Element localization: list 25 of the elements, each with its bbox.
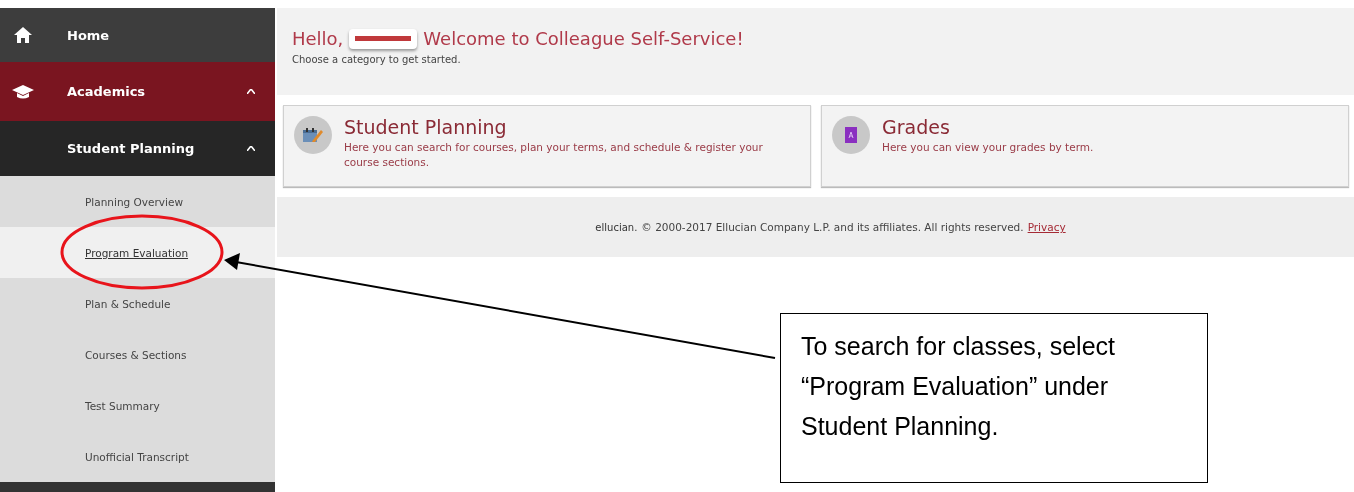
report-card-icon: [845, 127, 857, 143]
subtitle-text: Choose a category to get started.: [292, 54, 462, 65]
nav-item[interactable]: Program Evaluation: [0, 227, 275, 278]
copyright-text: © 2000-2017 Ellucian Company L.P. and its affiliates. All rights reserved.: [641, 221, 1024, 233]
callout-note: To search for classes, select “Program Evaluation” under Student Planning.: [780, 313, 1208, 483]
calendar-pencil-icon: [303, 127, 323, 143]
graduation-cap-icon: [11, 84, 34, 99]
category-card[interactable]: Grades Here you can view your grades by term.: [821, 105, 1349, 187]
category-card[interactable]: Student Planning Here you can search for courses, plan your terms, and schedule & register your course sections.: [283, 105, 811, 187]
home-icon: [13, 27, 32, 43]
card-title: Student Planning: [344, 116, 508, 138]
privacy-link[interactable]: Privacy: [1027, 221, 1066, 233]
greeting-text: Hello,: [292, 28, 344, 49]
nav-label: Student Planning: [67, 141, 196, 156]
nav-item[interactable]: Academics: [0, 62, 275, 121]
card-description: Here you can view your grades by term.: [882, 140, 1094, 155]
welcome-title: Welcome to Colleague Self-Service!: [423, 28, 744, 49]
card-title: Grades: [882, 116, 951, 138]
redaction-mark: [349, 28, 418, 49]
nav-label: Academics: [67, 84, 147, 99]
nav-item[interactable]: Student Planning: [0, 121, 275, 176]
nav-label: Home: [67, 27, 111, 43]
card-description: Here you can search for courses, plan your terms, and schedule & register your course sections.: [344, 140, 764, 170]
footer-logo: ellucian.: [595, 221, 638, 233]
nav-item[interactable]: Home: [0, 8, 275, 62]
